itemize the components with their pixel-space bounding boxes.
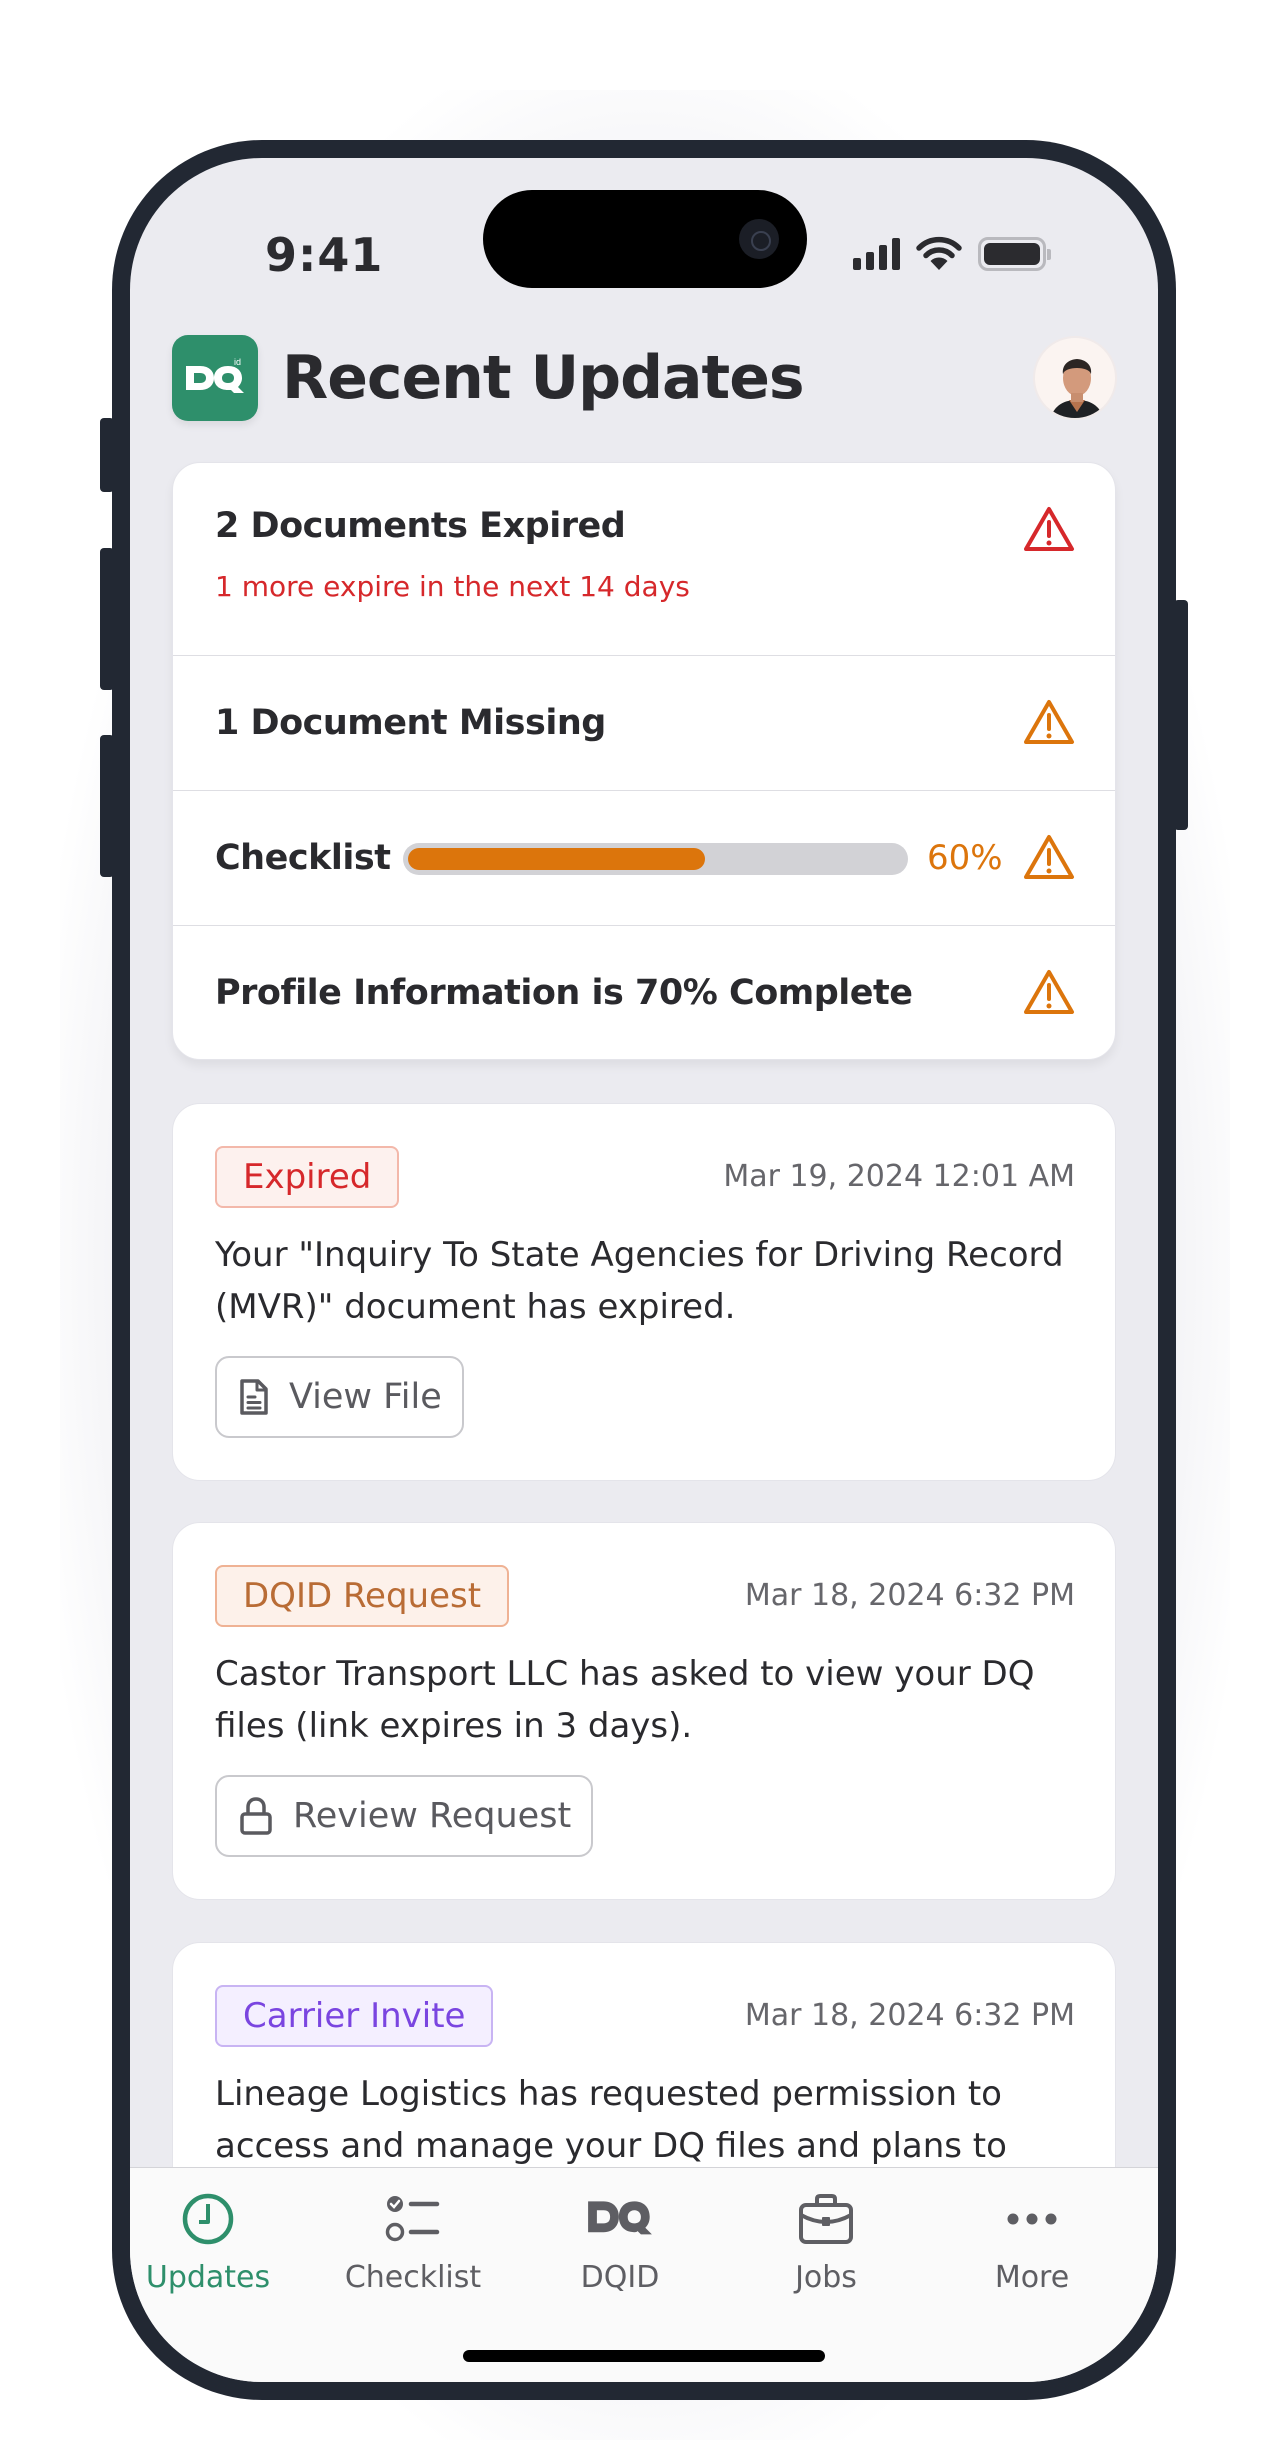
dynamic-island bbox=[483, 190, 807, 288]
summary-label: 2 Documents Expired bbox=[215, 506, 626, 546]
checklist-progress-fill bbox=[408, 848, 705, 870]
summary-row-missing[interactable]: 1 Document Missing bbox=[173, 656, 1115, 791]
home-indicator[interactable] bbox=[463, 2350, 825, 2362]
app-logo: id bbox=[172, 335, 258, 421]
checklist-progress-bar bbox=[403, 843, 908, 875]
warning-triangle-icon bbox=[1024, 970, 1074, 1014]
checklist-icon bbox=[385, 2196, 440, 2242]
tab-more[interactable]: More bbox=[942, 2168, 1122, 2328]
view-file-label: View File bbox=[289, 1377, 442, 1417]
dq-logo-icon bbox=[588, 2201, 652, 2235]
tab-jobs[interactable]: Jobs bbox=[736, 2168, 916, 2328]
warning-triangle-icon bbox=[1024, 700, 1074, 744]
summary-label: 1 Document Missing bbox=[215, 703, 606, 743]
tab-label: More bbox=[994, 2260, 1070, 2295]
power-button bbox=[1174, 600, 1188, 830]
update-timestamp: Mar 19, 2024 12:01 AM bbox=[723, 1159, 1075, 1194]
status-icons bbox=[853, 236, 1051, 272]
dq-logo-icon: id bbox=[186, 358, 244, 393]
update-message: Your "Inquiry To State Agencies for Driv… bbox=[215, 1235, 1064, 1327]
warning-triangle-icon bbox=[1024, 835, 1074, 879]
status-badge: Expired bbox=[215, 1146, 400, 1208]
review-request-button[interactable]: Review Request bbox=[215, 1775, 594, 1857]
clock-icon bbox=[182, 2193, 234, 2245]
page-title: Recent Updates bbox=[282, 343, 805, 413]
summary-row-profile[interactable]: Profile Information is 70% Complete bbox=[173, 926, 1115, 1061]
tab-checklist[interactable]: Checklist bbox=[323, 2168, 503, 2328]
document-icon bbox=[240, 1379, 268, 1415]
summary-sublabel: 1 more expire in the next 14 days bbox=[215, 570, 690, 603]
battery-icon bbox=[978, 237, 1051, 271]
update-card: Expired Mar 19, 2024 12:01 AM Your "Inqu… bbox=[172, 1103, 1116, 1481]
warning-triangle-icon bbox=[1024, 507, 1074, 551]
tab-label: DQID bbox=[580, 2260, 660, 2295]
phone-frame: 9:41 id Recent Updates 2 Documents Expir… bbox=[112, 140, 1176, 2400]
wifi-icon bbox=[916, 236, 962, 270]
screen: 9:41 id Recent Updates 2 Documents Expir… bbox=[130, 158, 1158, 2382]
cellular-signal-icon bbox=[853, 238, 900, 270]
update-timestamp: Mar 18, 2024 6:32 PM bbox=[744, 1998, 1075, 2033]
tab-updates[interactable]: Updates bbox=[130, 2168, 298, 2328]
status-badge: DQID Request bbox=[215, 1565, 510, 1627]
update-message: Lineage Logistics has requested permissi… bbox=[215, 2074, 1007, 2166]
camera-icon bbox=[739, 219, 779, 259]
status-time: 9:41 bbox=[265, 228, 384, 282]
view-file-button[interactable]: View File bbox=[215, 1356, 464, 1438]
summary-label: Checklist bbox=[215, 838, 391, 878]
checklist-percent: 60% bbox=[927, 838, 1003, 878]
tab-label: Updates bbox=[145, 2260, 271, 2295]
avatar[interactable] bbox=[1033, 336, 1117, 420]
update-message: Castor Transport LLC has asked to view y… bbox=[215, 1654, 1035, 1746]
lock-icon bbox=[240, 1797, 272, 1835]
summary-row-checklist[interactable]: Checklist 60% bbox=[173, 791, 1115, 926]
logo-sup: id bbox=[234, 358, 241, 367]
update-card: DQID Request Mar 18, 2024 6:32 PM Castor… bbox=[172, 1522, 1116, 1900]
user-photo-icon bbox=[1050, 359, 1104, 418]
status-badge: Carrier Invite bbox=[215, 1985, 494, 2047]
review-request-label: Review Request bbox=[293, 1796, 572, 1836]
summary-label: Profile Information is 70% Complete bbox=[215, 973, 913, 1013]
summary-card: 2 Documents Expired 1 more expire in the… bbox=[172, 462, 1116, 1060]
more-dots-icon bbox=[1007, 2213, 1057, 2225]
update-timestamp: Mar 18, 2024 6:32 PM bbox=[744, 1578, 1075, 1613]
tab-label: Jobs bbox=[795, 2260, 857, 2295]
tab-label: Checklist bbox=[344, 2260, 482, 2295]
tab-dqid[interactable]: DQID bbox=[530, 2168, 710, 2328]
briefcase-icon bbox=[799, 2194, 853, 2244]
summary-row-expired[interactable]: 2 Documents Expired 1 more expire in the… bbox=[173, 463, 1115, 656]
